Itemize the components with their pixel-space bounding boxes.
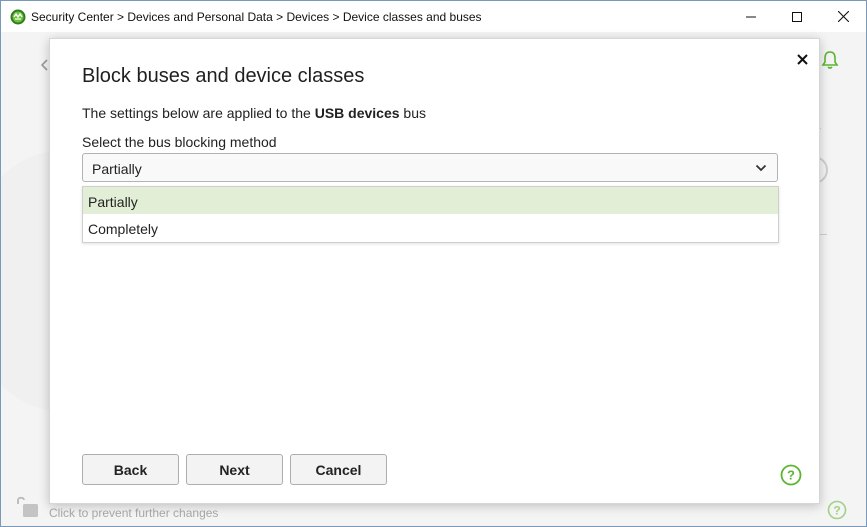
close-icon (796, 53, 808, 65)
next-button[interactable]: Next (186, 454, 283, 485)
close-icon (837, 11, 849, 22)
lock-icon[interactable] (14, 495, 40, 524)
cancel-button[interactable]: Cancel (290, 454, 387, 485)
window-close-button[interactable] (820, 1, 866, 32)
lock-settings-label[interactable]: Click to prevent further changes (49, 506, 218, 520)
select-value: Partially (92, 161, 142, 177)
blocking-method-dropdown: Partially Completely (82, 186, 779, 243)
notifications-bell-icon[interactable] (821, 50, 839, 75)
blocking-method-select[interactable]: Partially (82, 153, 778, 182)
description-text: The settings below are applied to the (82, 105, 315, 121)
app-window: Security Center > Devices and Personal D… (0, 0, 867, 527)
back-arrow-icon[interactable] (40, 58, 49, 74)
help-icon[interactable]: ? (780, 464, 802, 491)
dialog-title: Block buses and device classes (82, 65, 365, 87)
option-partially[interactable]: Partially (83, 187, 778, 214)
back-button[interactable]: Back (82, 454, 179, 485)
dialog-description: The settings below are applied to the US… (82, 105, 426, 121)
option-label: Partially (88, 194, 138, 210)
option-label: Completely (88, 221, 159, 237)
bus-name: USB devices (314, 105, 400, 121)
blocking-method-label: Select the bus blocking method (82, 134, 277, 150)
block-buses-dialog: Block buses and device classes The setti… (49, 38, 820, 504)
maximize-button[interactable] (774, 1, 820, 32)
title-bar: Security Center > Devices and Personal D… (1, 1, 866, 32)
chevron-down-icon (755, 164, 767, 172)
svg-text:?: ? (787, 468, 795, 483)
option-completely[interactable]: Completely (83, 214, 778, 241)
svg-text:?: ? (833, 504, 840, 518)
window-title: Security Center > Devices and Personal D… (31, 9, 482, 24)
dialog-close-button[interactable] (794, 51, 810, 67)
dr-web-spider-icon (10, 9, 26, 25)
minimize-icon (746, 16, 756, 17)
maximize-icon (792, 11, 802, 22)
description-text: bus (399, 105, 426, 121)
minimize-button[interactable] (728, 1, 774, 32)
help-icon[interactable]: ? (827, 500, 847, 525)
